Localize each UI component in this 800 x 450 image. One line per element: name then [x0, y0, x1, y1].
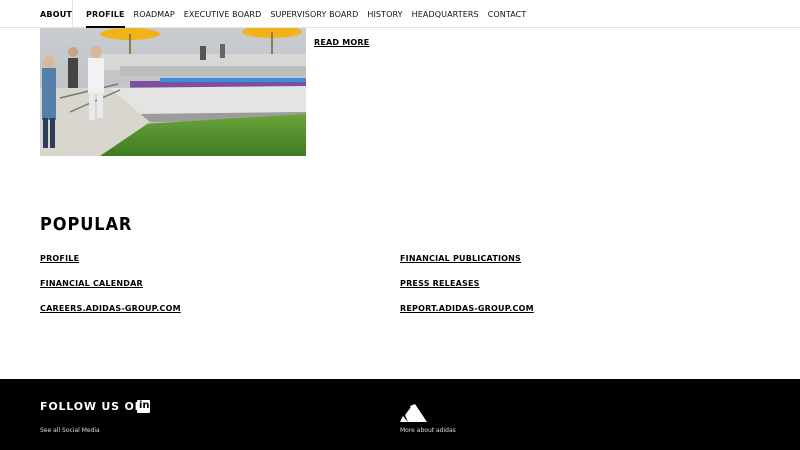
nav-divider	[72, 0, 73, 28]
nav-item-supervisory-board[interactable]: SUPERVISORY BOARD	[270, 10, 358, 19]
popular-link-careers[interactable]: CAREERS.ADIDAS-GROUP.COM	[40, 304, 181, 313]
nav-items: PROFILE ROADMAP EXECUTIVE BOARD SUPERVIS…	[86, 10, 527, 28]
nav-item-headquarters[interactable]: HEADQUARTERS	[412, 10, 479, 19]
linkedin-icon[interactable]: in	[137, 400, 150, 413]
see-all-social-link[interactable]: See all Social Media	[40, 427, 100, 434]
popular-link-press-releases[interactable]: PRESS RELEASES	[400, 279, 480, 288]
top-navigation: ABOUT PROFILE ROADMAP EXECUTIVE BOARD SU…	[0, 0, 800, 28]
popular-link-financial-publications[interactable]: FINANCIAL PUBLICATIONS	[400, 254, 521, 263]
nav-item-history[interactable]: HISTORY	[367, 10, 402, 19]
nav-item-roadmap[interactable]: ROADMAP	[134, 10, 175, 19]
popular-heading: POPULAR	[40, 214, 133, 235]
popular-link-report[interactable]: REPORT.ADIDAS-GROUP.COM	[400, 304, 534, 313]
nav-item-profile[interactable]: PROFILE	[86, 10, 125, 28]
nav-section-about[interactable]: ABOUT	[40, 10, 72, 19]
popular-link-profile[interactable]: PROFILE	[40, 254, 79, 263]
footer: FOLLOW US ON in See all Social Media Mor…	[0, 379, 800, 450]
read-more-link[interactable]: READ MORE	[314, 38, 369, 47]
campus-photo	[40, 28, 306, 156]
nav-item-executive-board[interactable]: EXECUTIVE BOARD	[184, 10, 262, 19]
follow-us-label: FOLLOW US ON	[40, 400, 145, 413]
popular-link-financial-calendar[interactable]: FINANCIAL CALENDAR	[40, 279, 143, 288]
adidas-logo-icon[interactable]	[400, 404, 427, 422]
more-about-adidas-link[interactable]: More about adidas	[400, 427, 456, 434]
article-image[interactable]	[40, 28, 306, 156]
nav-item-contact[interactable]: CONTACT	[488, 10, 527, 19]
